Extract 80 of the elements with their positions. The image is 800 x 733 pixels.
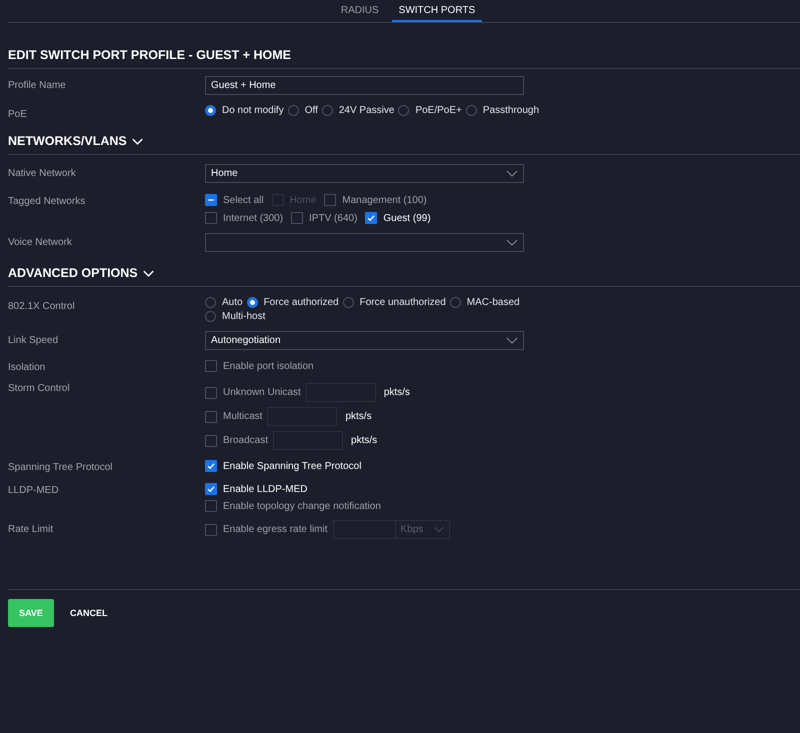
checkbox[interactable] <box>205 524 217 536</box>
dropdown[interactable] <box>205 233 524 252</box>
field-label: Link Speed <box>8 334 60 348</box>
field-label: Profile Name <box>8 79 67 93</box>
checkbox-label: Enable topology change notification <box>223 500 381 512</box>
checkbox[interactable] <box>205 483 217 495</box>
check-icon <box>366 213 376 223</box>
radio-button[interactable] <box>466 105 477 116</box>
check-icon <box>206 484 216 494</box>
chevron-down-icon <box>506 239 518 246</box>
radio-button[interactable] <box>246 297 258 308</box>
unit-label: pkts/s <box>345 411 372 422</box>
checkbox-label: Enable Spanning Tree Protocol <box>223 460 362 472</box>
radio-label: Off <box>304 105 318 116</box>
checkbox[interactable] <box>205 194 217 206</box>
radio-button[interactable] <box>398 105 410 116</box>
radio-label: MAC-based <box>466 297 520 308</box>
field-label: Isolation <box>8 361 46 373</box>
checkbox[interactable] <box>205 500 217 512</box>
radio-button[interactable] <box>205 297 216 308</box>
radio-button[interactable] <box>322 105 333 116</box>
checkbox-label: Broadcast <box>223 435 268 446</box>
field-label: Spanning Tree Protocol <box>8 461 114 473</box>
field-label: PoE <box>8 108 28 120</box>
page-title: EDIT SWITCH PORT PROFILE - GUEST + HOME <box>8 48 800 69</box>
check-icon <box>206 461 216 471</box>
tab[interactable]: SWITCH PORTS <box>392 0 482 22</box>
radio-button[interactable] <box>450 297 461 308</box>
field-label: Tagged Networks <box>8 195 86 209</box>
checkbox-label: Guest (99) <box>383 212 431 224</box>
radio-label: Do not modify <box>222 105 284 116</box>
checkbox-label: Enable egress rate limit <box>223 524 328 535</box>
dropdown[interactable]: Autonegotiation <box>205 331 524 350</box>
radio-label: Auto <box>222 297 243 308</box>
tab[interactable]: RADIUS <box>334 0 386 22</box>
radio-button[interactable] <box>288 105 299 116</box>
checkbox[interactable] <box>205 212 217 224</box>
checkbox-label: Unknown Unicast <box>223 387 301 398</box>
checkbox-label: Enable port isolation <box>223 360 314 372</box>
checkbox-label: Internet (300) <box>223 212 284 224</box>
checkbox[interactable] <box>205 434 217 446</box>
checkbox[interactable] <box>365 212 378 224</box>
checkbox[interactable] <box>205 386 217 398</box>
unit-label: pkts/s <box>351 435 378 446</box>
checkbox[interactable] <box>205 410 217 422</box>
field-label: Native Network <box>8 167 77 181</box>
checkbox[interactable] <box>205 460 217 472</box>
chevron-icon <box>132 138 143 144</box>
radio-label: Multi-host <box>222 311 266 322</box>
checkbox-label: Management (100) <box>342 194 427 206</box>
field-label: LLDP-MED <box>8 484 60 498</box>
field-label: Voice Network <box>8 236 73 250</box>
field-label: 802.1X Control <box>8 300 76 314</box>
checkbox[interactable] <box>205 360 217 372</box>
chevron-icon <box>142 270 154 276</box>
checkbox-label: Select all <box>223 194 264 206</box>
checkbox[interactable] <box>324 194 336 206</box>
radio-button[interactable] <box>205 311 216 322</box>
radio-label: Passthrough <box>482 105 540 116</box>
checkbox-label: Multicast <box>223 411 262 422</box>
checkbox[interactable] <box>291 212 304 224</box>
radio-button[interactable] <box>205 105 216 116</box>
radio-button[interactable] <box>342 297 354 308</box>
chevron-down-icon <box>506 170 518 177</box>
field-label: Storm Control <box>8 382 71 396</box>
chevron-down-icon <box>506 337 518 344</box>
cancel-button[interactable]: CANCEL <box>58 599 120 627</box>
chevron-down-icon <box>434 526 444 533</box>
input-field[interactable]: Guest + Home <box>205 76 524 95</box>
section-header[interactable]: ADVANCED OPTIONS <box>8 266 154 280</box>
checkbox-label: IPTV (640) <box>309 212 358 224</box>
radio-label: PoE/PoE+ <box>415 105 462 116</box>
checkbox-label: Enable LLDP-MED <box>223 484 308 494</box>
dropdown[interactable]: Home <box>205 164 524 183</box>
radio-label: Force authorized <box>264 297 339 308</box>
unit-label: pkts/s <box>384 387 410 398</box>
radio-label: 24V Passive <box>338 105 394 116</box>
section-header[interactable]: NETWORKS/VLANS <box>8 134 143 148</box>
radio-label: Force unauthorized <box>360 297 446 308</box>
field-label: Rate Limit <box>8 523 54 537</box>
